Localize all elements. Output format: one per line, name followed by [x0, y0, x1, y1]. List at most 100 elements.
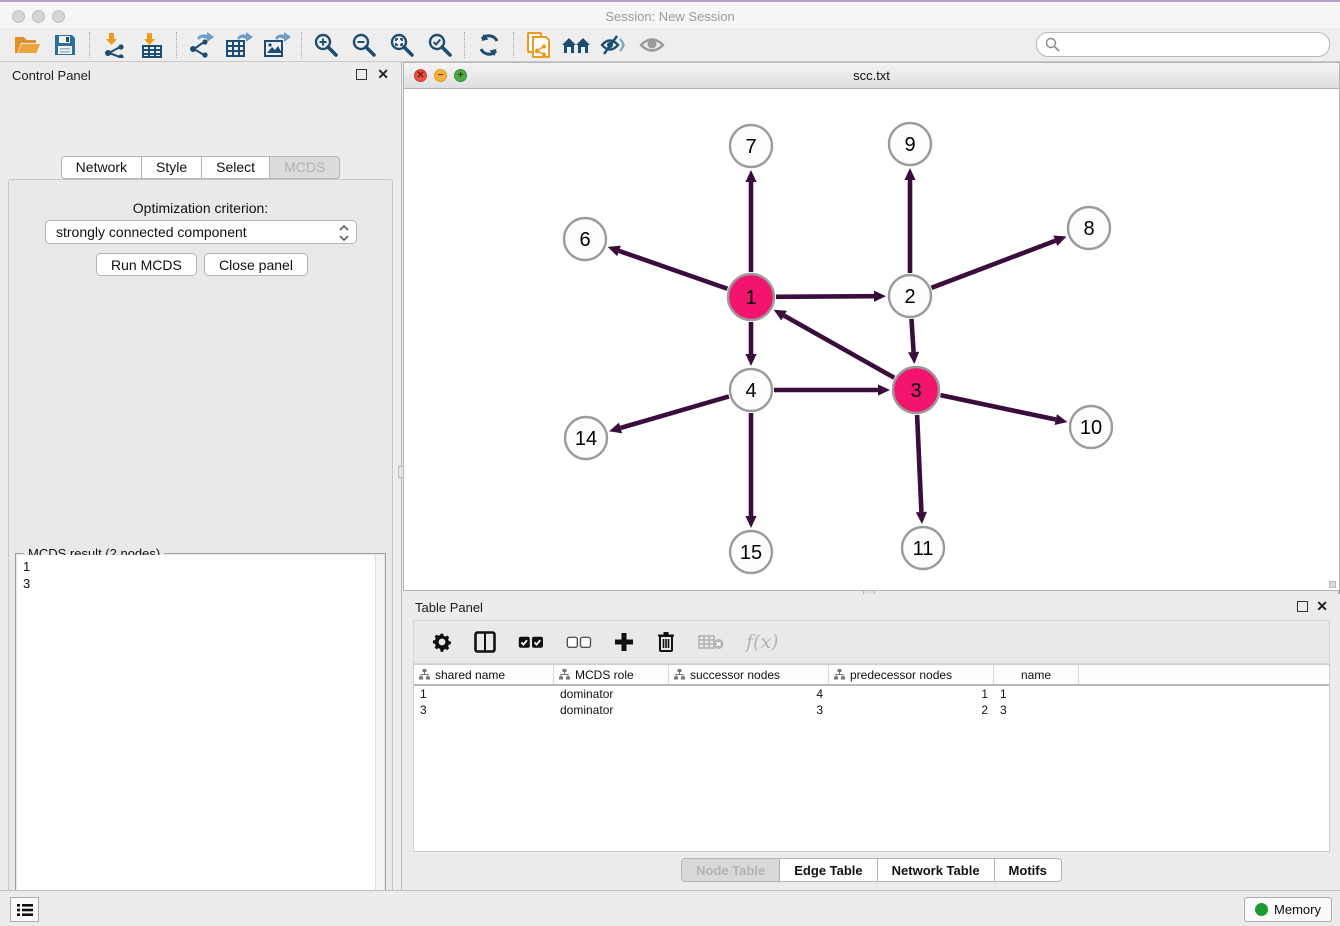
zoom-fit-button[interactable]	[383, 30, 421, 60]
select-all-columns-button[interactable]	[518, 636, 544, 649]
table-cell[interactable]: 3	[994, 702, 1079, 718]
task-history-button[interactable]	[10, 897, 39, 922]
result-scrollbar[interactable]	[375, 555, 384, 926]
first-neighbors-button[interactable]	[557, 30, 595, 60]
window-resize-grip[interactable]	[1329, 581, 1336, 588]
delete-table-icon	[698, 634, 724, 650]
network-view-title: scc.txt	[404, 68, 1339, 83]
edge-3-11[interactable]	[917, 415, 921, 512]
tab-network[interactable]: Network	[61, 156, 142, 179]
network-graph-canvas[interactable]: 7968124314101511	[404, 89, 1339, 590]
tab-edge-table[interactable]: Edge Table	[780, 858, 877, 882]
hierarchy-icon	[559, 669, 570, 680]
save-session-icon	[53, 33, 77, 57]
memory-button[interactable]: Memory	[1244, 897, 1332, 922]
show-all-icon	[638, 34, 666, 56]
copy-network-button[interactable]	[519, 30, 557, 60]
edge-1-2[interactable]	[776, 296, 874, 297]
edge-arrowhead	[745, 516, 756, 528]
zoom-in-button[interactable]	[307, 30, 345, 60]
delete-column-button[interactable]	[656, 631, 676, 653]
zoom-out-icon	[351, 32, 377, 58]
edge-3-1[interactable]	[784, 316, 894, 378]
search-input[interactable]	[1036, 32, 1330, 57]
edge-arrowhead	[904, 168, 915, 180]
node-label-9: 9	[904, 134, 915, 156]
float-table-panel-icon[interactable]	[1297, 601, 1308, 612]
table-cell[interactable]: 1	[994, 686, 1079, 702]
tab-mcds[interactable]: MCDS	[270, 156, 340, 179]
tab-style[interactable]: Style	[142, 156, 202, 179]
close-panel-button[interactable]: Close panel	[204, 253, 308, 276]
optimization-criterion-label: Optimization criterion:	[9, 200, 392, 216]
export-table-button[interactable]	[220, 30, 258, 60]
edge-2-8[interactable]	[932, 241, 1056, 288]
import-table-button[interactable]	[133, 30, 171, 60]
edge-2-3[interactable]	[911, 319, 913, 352]
unselect-all-columns-button[interactable]	[566, 636, 592, 649]
run-mcds-button[interactable]: Run MCDS	[96, 253, 197, 276]
table-cell[interactable]: 4	[669, 686, 829, 702]
hide-selected-button[interactable]	[595, 30, 633, 60]
add-column-button[interactable]	[614, 632, 634, 652]
mcds-panel: Optimization criterion: strongly connect…	[8, 179, 393, 926]
edge-arrowhead	[878, 384, 890, 395]
import-network-button[interactable]	[95, 30, 133, 60]
mcds-result-text[interactable]: 1 3	[17, 555, 375, 926]
control-panel: Control Panel ✕ NetworkStyleSelectMCDS O…	[0, 62, 402, 890]
edge-4-14[interactable]	[621, 396, 729, 428]
save-session-button[interactable]	[46, 30, 84, 60]
table-row[interactable]: 1dominator411	[414, 686, 1329, 702]
table-cell[interactable]: 3	[414, 702, 554, 718]
node-label-7: 7	[745, 136, 756, 158]
window-title: Session: New Session	[0, 9, 1340, 24]
criterion-select[interactable]: strongly connected component	[45, 220, 357, 244]
zoom-selected-button[interactable]	[421, 30, 459, 60]
show-all-button[interactable]	[633, 30, 671, 60]
edge-arrowhead	[745, 354, 756, 366]
close-panel-icon[interactable]: ✕	[377, 66, 389, 82]
column-header-MCDS-role[interactable]: MCDS role	[554, 665, 669, 684]
column-header-predecessor-nodes[interactable]: predecessor nodes	[829, 665, 994, 684]
open-session-button[interactable]	[8, 30, 46, 60]
float-panel-icon[interactable]	[356, 69, 367, 80]
export-network-icon	[187, 32, 215, 58]
search-container	[1036, 32, 1330, 57]
edge-arrowhead	[1055, 414, 1068, 425]
zoom-out-button[interactable]	[345, 30, 383, 60]
table-cell[interactable]: dominator	[554, 702, 669, 718]
split-columns-button[interactable]	[474, 631, 496, 653]
column-header-successor-nodes[interactable]: successor nodes	[669, 665, 829, 684]
node-label-8: 8	[1083, 218, 1094, 240]
close-table-panel-icon[interactable]: ✕	[1316, 598, 1328, 614]
add-column-icon	[614, 632, 634, 652]
table-cell[interactable]: 1	[414, 686, 554, 702]
function-builder-button[interactable]: f(x)	[746, 631, 779, 653]
table-row[interactable]: 3dominator323	[414, 702, 1329, 718]
edge-arrowhead	[608, 246, 621, 257]
tab-node-table[interactable]: Node Table	[681, 858, 780, 882]
column-header-name[interactable]: name	[994, 665, 1079, 684]
table-cell[interactable]: 1	[829, 686, 994, 702]
network-view-window: ✕ − + scc.txt 7968124314101511	[403, 62, 1340, 591]
edge-1-6[interactable]	[619, 251, 727, 289]
tab-network-table[interactable]: Network Table	[878, 858, 995, 882]
table-cell[interactable]: 2	[829, 702, 994, 718]
tab-select[interactable]: Select	[202, 156, 270, 179]
table-panel: Table Panel ✕	[403, 594, 1340, 890]
export-image-button[interactable]	[258, 30, 296, 60]
export-network-button[interactable]	[182, 30, 220, 60]
edge-arrowhead	[916, 512, 927, 524]
apply-layout-button[interactable]	[470, 30, 508, 60]
table-cell[interactable]: 3	[669, 702, 829, 718]
table-cell[interactable]: dominator	[554, 686, 669, 702]
status-bar: Memory	[0, 890, 1340, 926]
delete-table-button[interactable]	[698, 634, 724, 650]
gear-button[interactable]	[432, 632, 452, 652]
chevron-up-down-icon	[338, 224, 350, 242]
column-header-shared-name[interactable]: shared name	[414, 665, 554, 684]
table-toolbar: f(x)	[413, 620, 1330, 664]
edge-3-10[interactable]	[940, 395, 1055, 419]
list-icon	[17, 903, 33, 917]
tab-motifs[interactable]: Motifs	[995, 858, 1062, 882]
